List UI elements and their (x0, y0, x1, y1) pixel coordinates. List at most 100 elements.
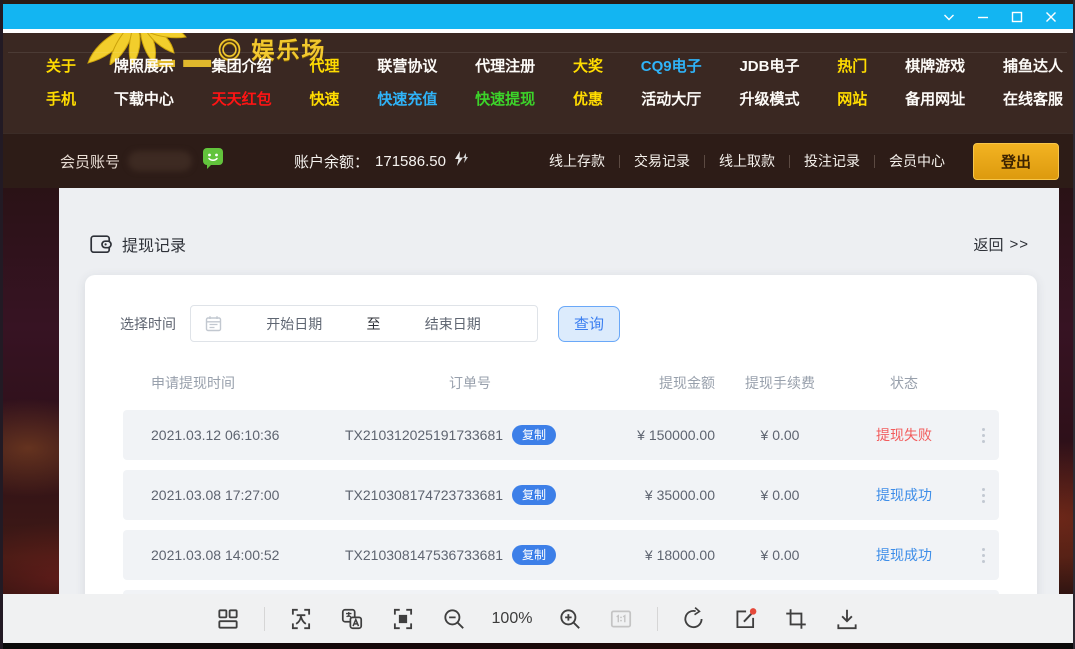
toolbar-divider (657, 607, 658, 631)
nav-link[interactable]: 代理注册 (475, 57, 535, 77)
nav-link[interactable]: 手机 (46, 90, 76, 110)
col-header-time: 申请提现时间 (123, 373, 345, 393)
toolbar-divider (264, 607, 265, 631)
nav-link[interactable]: 下载中心 (114, 90, 174, 110)
download-icon[interactable] (832, 604, 862, 634)
nav-link[interactable]: 快速充值 (377, 90, 437, 110)
nav-link[interactable]: 牌照展示 (114, 57, 174, 77)
status-badge[interactable]: 提现成功 (845, 485, 963, 505)
collapse-chevron-icon[interactable] (939, 7, 959, 27)
nav-link[interactable]: 在线客服 (1003, 90, 1063, 110)
maximize-icon[interactable] (1007, 7, 1027, 27)
nav-link[interactable]: 快速提现 (475, 90, 535, 110)
image-viewer-toolbar: 100% (0, 594, 1075, 643)
nav-link[interactable]: 大奖 (573, 57, 603, 77)
chat-bubble-icon[interactable] (202, 147, 224, 175)
translate-icon[interactable] (337, 604, 367, 634)
nav-col-hot: 热门 网站 (837, 57, 867, 110)
copy-button[interactable]: 复制 (512, 485, 556, 505)
crop-icon[interactable] (781, 604, 811, 634)
copy-button[interactable]: 复制 (512, 425, 556, 445)
window-titlebar (0, 4, 1075, 31)
actual-size-icon[interactable] (606, 604, 636, 634)
start-date-placeholder: 开始日期 (222, 314, 367, 334)
nav-col-jackpot: 大奖 优惠 (573, 57, 603, 110)
nav-link[interactable]: JDB电子 (739, 57, 799, 77)
nav-col-agent: 代理 快速 (309, 57, 339, 110)
nav-link[interactable]: 集团介绍 (212, 57, 272, 77)
section-head: 提现记录 返回 >> (90, 232, 1029, 256)
copy-button[interactable]: 复制 (512, 545, 556, 565)
link-deposit[interactable]: 线上存款 (535, 151, 619, 171)
date-range-input[interactable]: 开始日期 至 结束日期 (190, 305, 538, 342)
link-transactions[interactable]: 交易记录 (620, 151, 704, 171)
nav-link[interactable]: 代理 (309, 57, 339, 77)
nav-col-alliance: 联营协议 快速充值 (377, 57, 437, 110)
account-links: 线上存款 交易记录 线上取款 投注记录 会员中心 (535, 151, 959, 171)
status-badge[interactable]: 提现失败 (845, 425, 963, 445)
cell-time: 2021.03.08 17:27:00 (123, 487, 345, 503)
kebab-menu-icon[interactable] (982, 494, 985, 497)
nav-link[interactable]: 关于 (46, 57, 76, 77)
col-header-order: 订单号 (345, 373, 595, 393)
cell-time: 2021.03.12 06:10:36 (123, 427, 345, 443)
nav-link[interactable]: 热门 (837, 57, 867, 77)
bottom-dark-strip (0, 643, 1075, 649)
close-icon[interactable] (1041, 7, 1061, 27)
cell-order: TX210312025191733681 复制 (345, 425, 595, 445)
back-link[interactable]: 返回 >> (973, 234, 1029, 255)
extract-text-icon[interactable] (286, 604, 316, 634)
gallery-layout-icon[interactable] (213, 604, 243, 634)
member-username-redacted (128, 151, 192, 171)
nav-link[interactable]: 升级模式 (739, 90, 799, 110)
window-border-left (0, 0, 3, 649)
logout-button[interactable]: 登出 (973, 143, 1059, 180)
row-menu (963, 428, 999, 443)
minimize-icon[interactable] (973, 7, 993, 27)
link-withdraw[interactable]: 线上取款 (705, 151, 789, 171)
search-button[interactable]: 查询 (558, 306, 620, 342)
rotate-icon[interactable] (679, 604, 709, 634)
col-header-amount: 提现金额 (595, 373, 715, 393)
refresh-balance-bolt-icon[interactable] (452, 150, 470, 172)
nav-col-license: 牌照展示 下载中心 (114, 57, 174, 110)
app-window: ◎ 娱乐场 ▆▆ 关于 手机 牌照展示 下载中心 集团介绍 天天红包 代理 快速… (0, 0, 1075, 649)
cell-fee: ¥ 0.00 (715, 547, 845, 563)
cell-fee: ¥ 0.00 (715, 427, 845, 443)
zoom-in-icon[interactable] (555, 604, 585, 634)
nav-link[interactable]: 活动大厅 (641, 90, 701, 110)
nav-link[interactable]: 天天红包 (212, 90, 272, 110)
nav-link[interactable]: 备用网址 (905, 90, 965, 110)
edit-icon[interactable] (730, 604, 760, 634)
zoom-level-label: 100% (490, 610, 534, 628)
table-header-row: 申请提现时间 订单号 提现金额 提现手续费 状态 (123, 366, 999, 400)
table-row: 2021.03.12 06:10:36 TX210312025191733681… (123, 410, 999, 460)
link-member-center[interactable]: 会员中心 (875, 151, 959, 171)
filter-row: 选择时间 开始日期 至 结束日期 查询 (85, 275, 1037, 342)
row-menu (963, 488, 999, 503)
cell-order: TX210308174723733681 复制 (345, 485, 595, 505)
nav-col-fishing: 捕鱼达人 在线客服 (1003, 57, 1063, 110)
nav-link[interactable]: 捕鱼达人 (1003, 57, 1063, 77)
nav-link[interactable]: 网站 (837, 90, 867, 110)
nav-link[interactable]: 联营协议 (377, 57, 437, 77)
cell-order: TX210308147536733681 复制 (345, 545, 595, 565)
cell-time: 2021.03.08 14:00:52 (123, 547, 345, 563)
link-bets[interactable]: 投注记录 (790, 151, 874, 171)
status-badge[interactable]: 提现成功 (845, 545, 963, 565)
nav-link[interactable]: 棋牌游戏 (905, 57, 965, 77)
nav-link[interactable]: 优惠 (573, 90, 603, 110)
nav-link[interactable]: CQ9电子 (641, 57, 702, 77)
kebab-menu-icon[interactable] (982, 554, 985, 557)
nav-link[interactable]: 快速 (309, 90, 339, 110)
end-date-placeholder: 结束日期 (381, 314, 526, 334)
zoom-out-icon[interactable] (439, 604, 469, 634)
nav-col-group: 集团介绍 天天红包 (212, 57, 272, 110)
main-nav: 关于 手机 牌照展示 下载中心 集团介绍 天天红包 代理 快速 联营协议 快速充… (46, 57, 1063, 110)
fit-screen-icon[interactable] (388, 604, 418, 634)
balance-label: 账户余额： (294, 151, 369, 172)
order-number: TX210308174723733681 (345, 487, 503, 503)
date-filter-label: 选择时间 (120, 314, 176, 334)
row-menu (963, 548, 999, 563)
kebab-menu-icon[interactable] (982, 434, 985, 437)
